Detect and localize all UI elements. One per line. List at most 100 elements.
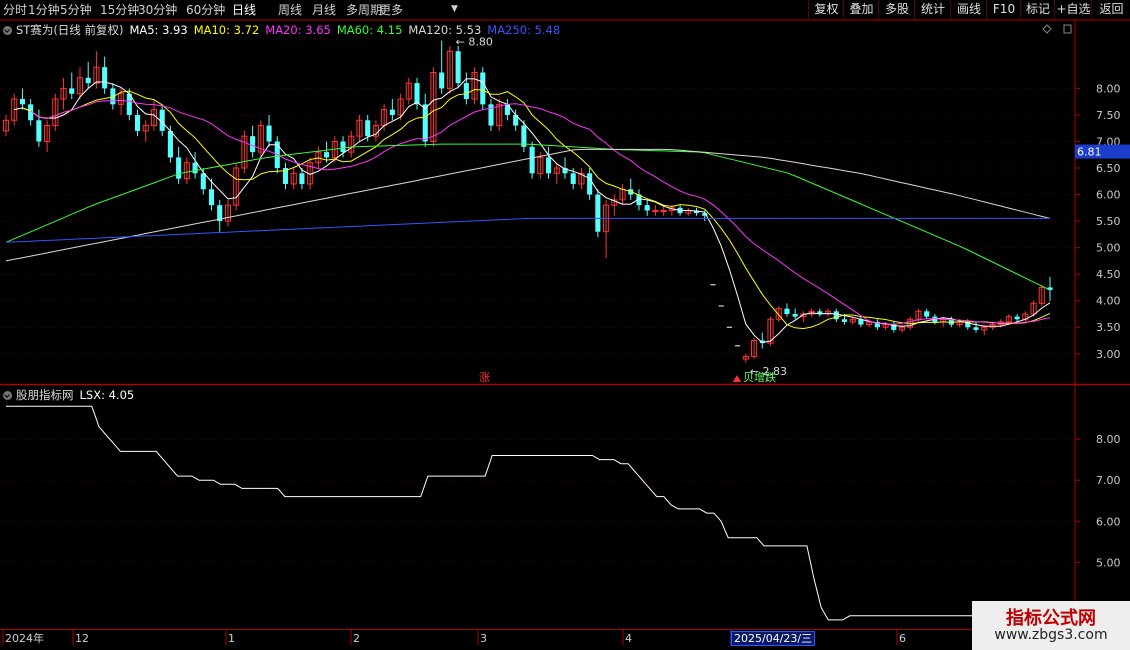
candle-body-102 — [841, 319, 848, 322]
candle-66 — [546, 146, 552, 179]
candle-body-16 — [134, 114, 141, 131]
candle-100 — [824, 308, 832, 317]
candle-95 — [784, 303, 790, 317]
ma120-line — [5, 148, 1051, 262]
watermark: 指标公式网 www.zbgs3.com — [972, 601, 1130, 650]
candle-125 — [1030, 300, 1037, 317]
candle-body-41 — [340, 141, 346, 153]
candle-body-12 — [102, 67, 108, 89]
candle-body-25 — [208, 189, 215, 206]
candle-body-51 — [422, 104, 428, 142]
candle-body-36 — [299, 173, 305, 184]
candle-6 — [52, 93, 59, 131]
candle-31 — [257, 120, 264, 158]
candle-body-10 — [85, 77, 91, 84]
kline-chart[interactable]: 8.00 7.50 7.00 6.50 6.00 5.50 5.00 4.50 4.00 3.50… — [0, 0, 1130, 650]
candle-59 — [488, 99, 494, 131]
candle-54 — [446, 45, 453, 94]
candle-61 — [504, 99, 510, 121]
candle-42 — [348, 130, 355, 158]
candle-27 — [224, 199, 232, 227]
watermark-url: www.zbgs3.com — [994, 627, 1108, 643]
price-tick-label-1: 7.50 — [1096, 109, 1121, 122]
candle-79 — [652, 205, 659, 216]
price-tick-label-6: 5.00 — [1096, 242, 1121, 255]
candle-78 — [644, 199, 650, 216]
candle-body-72 — [595, 194, 601, 232]
candle-60 — [496, 99, 503, 131]
candle-body-64 — [529, 146, 535, 174]
candle-104 — [858, 316, 864, 328]
candle-7 — [60, 77, 67, 110]
candle-74 — [611, 194, 618, 216]
candle-64 — [529, 141, 535, 179]
price-tick-label-4: 6.00 — [1096, 189, 1121, 202]
candle-body-95 — [784, 308, 790, 314]
candle-48 — [397, 93, 404, 121]
crosshair-date-label: 2025/04/23/三 — [731, 631, 816, 646]
candle-body-4 — [36, 120, 42, 142]
candle-body-58 — [480, 72, 486, 105]
candle-83 — [685, 207, 692, 216]
candle-32 — [266, 114, 272, 147]
candle-12 — [102, 56, 108, 94]
candle-112 — [924, 308, 930, 320]
candle-29 — [241, 130, 248, 174]
candle-22 — [183, 157, 190, 184]
candle-body-24 — [200, 173, 206, 190]
candle-body-32 — [266, 125, 272, 142]
candle-8 — [69, 72, 75, 100]
candle-body-8 — [69, 88, 75, 94]
candle-50 — [414, 77, 420, 110]
candle-9 — [76, 67, 84, 100]
candle-97 — [800, 311, 807, 322]
candle-10 — [85, 61, 91, 89]
candle-body-96 — [792, 313, 798, 317]
candle-49 — [405, 77, 412, 105]
candle-body-44 — [365, 120, 371, 137]
candle-body-53 — [439, 72, 445, 89]
candle-17 — [142, 120, 149, 142]
candle-96 — [792, 308, 798, 320]
time-label-6: 6 — [899, 632, 906, 645]
candle-21 — [176, 146, 182, 184]
candle-body-69 — [570, 173, 576, 184]
time-label-2: 1 — [228, 632, 235, 645]
time-label-5: 4 — [625, 632, 632, 645]
fall-tag: 贝增跌 — [743, 370, 776, 384]
candle-43 — [356, 114, 363, 142]
candle-30 — [250, 125, 256, 158]
candle-26 — [217, 199, 223, 232]
current-price-label: 6.81 — [1077, 146, 1102, 159]
price-tick-label-0: 8.00 — [1096, 82, 1121, 95]
candle-body-79 — [652, 209, 659, 212]
candle-58 — [480, 67, 486, 110]
high-annotation: ← 8.80 — [456, 36, 493, 49]
ma60-line — [5, 143, 1051, 291]
price-tick-label-10: 3.00 — [1096, 348, 1121, 361]
candle-body-123 — [1014, 316, 1020, 320]
candle-91 — [751, 337, 758, 360]
candle-72 — [595, 189, 601, 238]
candle-47 — [389, 99, 395, 121]
window-icon — [1063, 24, 1072, 34]
sub-tick-label-1: 7.00 — [1096, 474, 1121, 487]
sub-tick-label-3: 5.00 — [1096, 556, 1121, 569]
time-label-1: 12 — [75, 632, 89, 645]
candle-34 — [282, 162, 289, 190]
candle-70 — [578, 168, 585, 190]
candle-body-56 — [463, 83, 469, 100]
candle-84 — [693, 207, 700, 216]
candle-57 — [471, 67, 478, 105]
candle-56 — [463, 72, 469, 105]
candle-2 — [19, 88, 25, 110]
candle-body-66 — [546, 157, 552, 174]
candle-28 — [233, 162, 240, 211]
candle-126 — [1038, 284, 1045, 307]
candle-35 — [290, 168, 297, 190]
candle-101 — [833, 308, 839, 322]
candle-94 — [775, 306, 782, 322]
candle-body-78 — [644, 205, 650, 211]
rise-tag: 涨 — [479, 371, 490, 384]
candle-73 — [603, 199, 610, 259]
